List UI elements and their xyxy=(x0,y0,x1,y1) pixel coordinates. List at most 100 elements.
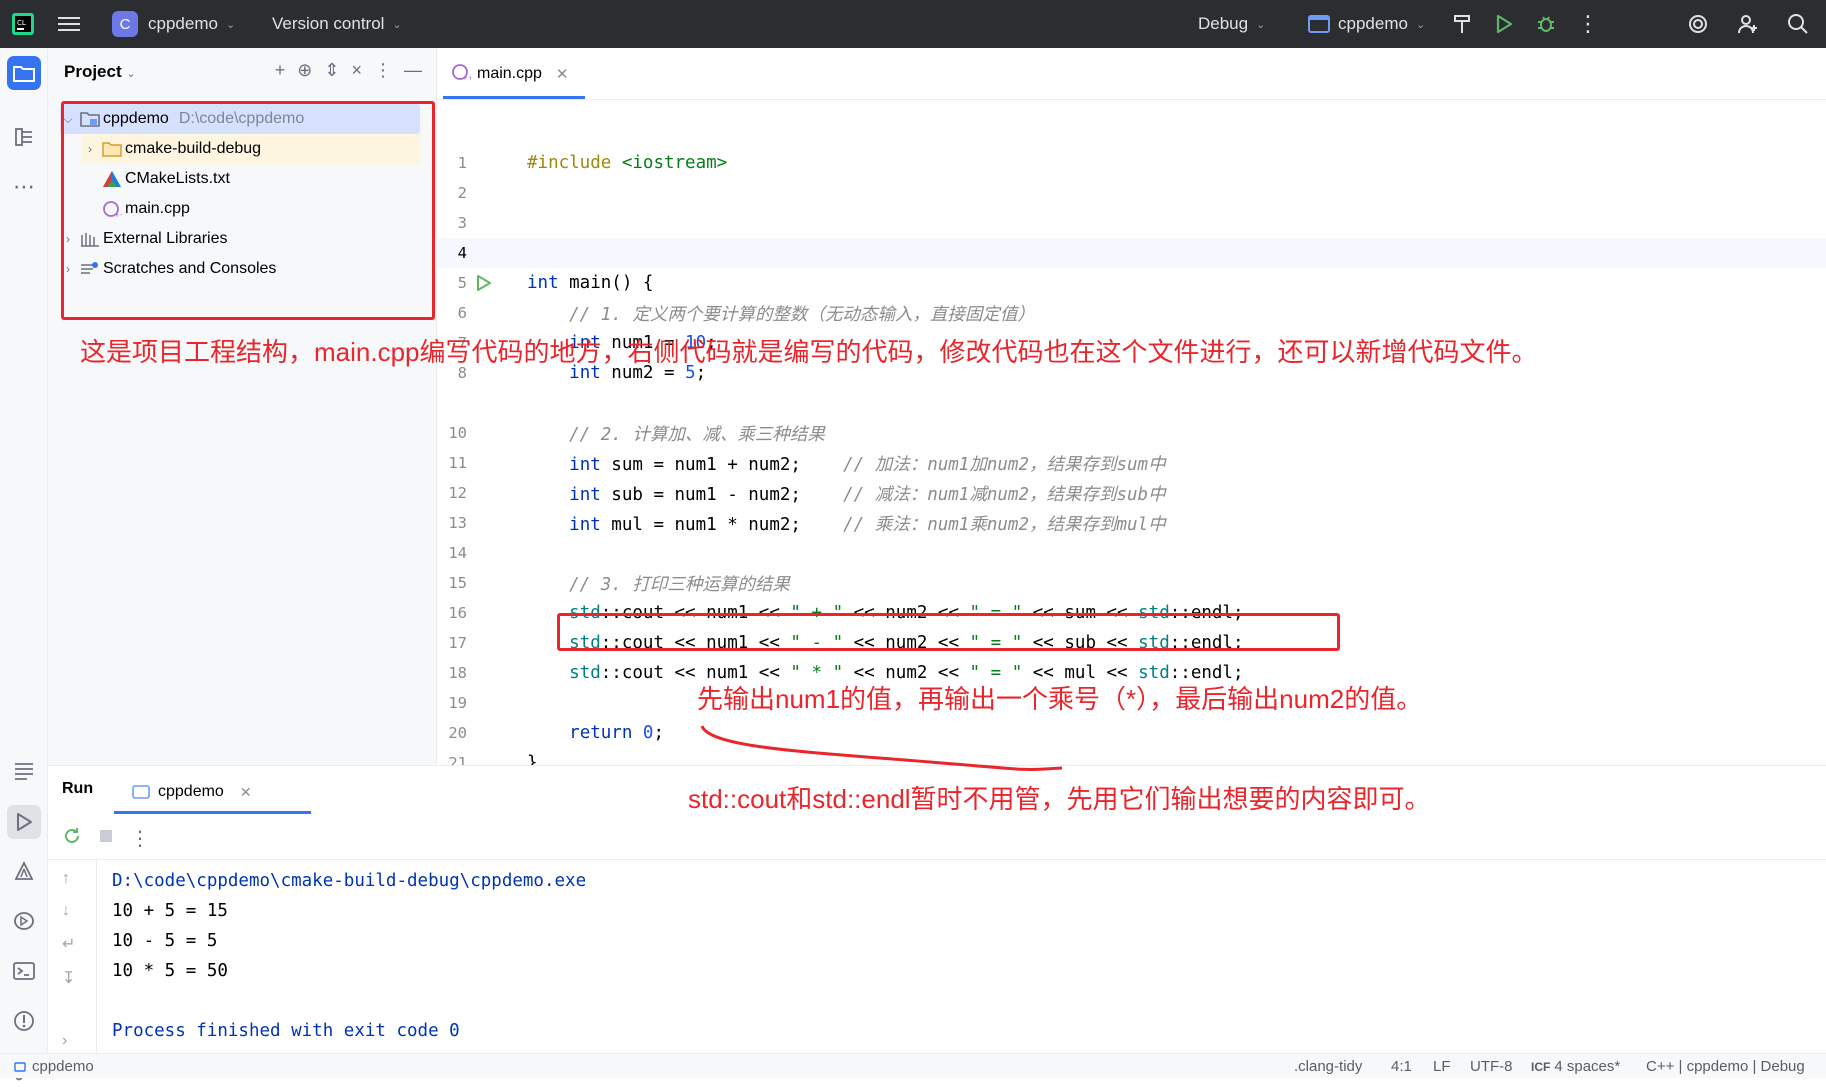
cpp-file-icon: ++ xyxy=(451,63,474,86)
collapse-all-icon[interactable]: × xyxy=(351,60,362,81)
status-indent[interactable]: ICF 4 spaces* xyxy=(1531,1058,1620,1075)
active-tab-indicator xyxy=(114,811,311,814)
code-line: 13 int mul = num1 * num2; // 乘法：num1乘num… xyxy=(437,508,1826,538)
code-line-current: 4 xyxy=(437,238,1826,268)
line-number: 1 xyxy=(457,154,467,172)
tab-main-cpp[interactable]: ++ main.cpp ✕ xyxy=(451,48,569,100)
line-number: 20 xyxy=(448,724,467,742)
add-icon[interactable]: + xyxy=(275,60,286,81)
gutter-run-icon[interactable] xyxy=(475,274,493,297)
left-tool-strip: ⋯ xyxy=(0,48,48,1081)
status-indent-label: 4 spaces* xyxy=(1554,1058,1621,1075)
todo-list-icon[interactable] xyxy=(7,754,41,788)
more-tools-icon[interactable]: ⋯ xyxy=(7,170,41,204)
project-panel-toolbar: + ⊕ ⇕ × ⋮ — xyxy=(275,60,422,81)
line-number: 18 xyxy=(448,664,467,682)
run-tool-icon[interactable] xyxy=(7,805,41,839)
chevron-down-icon: ⌄ xyxy=(225,18,236,31)
terminal-icon[interactable] xyxy=(7,954,41,988)
project-switcher[interactable]: C cppdemo ⌄ xyxy=(112,0,235,48)
run-toolbar: ⋮ xyxy=(62,826,150,851)
scroll-to-end-icon[interactable]: ↧ xyxy=(62,968,75,988)
app-logo[interactable]: CL xyxy=(12,0,34,48)
output-line: 10 - 5 = 5 xyxy=(112,931,218,951)
divider xyxy=(48,859,1826,860)
search-icon[interactable] xyxy=(1786,12,1810,36)
more-options-icon[interactable]: ⋮ xyxy=(1576,11,1600,36)
config-selector[interactable]: Debug ⌄ xyxy=(1198,0,1265,48)
title-bar: CL C cppdemo ⌄ Version control ⌄ Debug ⌄… xyxy=(0,0,1826,48)
status-line-ending[interactable]: LF xyxy=(1433,1058,1451,1075)
line-number: 16 xyxy=(448,604,467,622)
code-line: 2 xyxy=(437,178,1826,208)
build-hammer-icon[interactable] xyxy=(1450,12,1474,36)
status-context[interactable]: C++ | cppdemo | Debug xyxy=(1646,1058,1805,1075)
line-number: 10 xyxy=(448,424,467,442)
cmake-tool-icon[interactable] xyxy=(7,854,41,888)
line-number: 15 xyxy=(448,574,467,592)
line-number: 12 xyxy=(448,484,467,502)
annotation-box-project-tree xyxy=(61,101,435,320)
project-panel-title[interactable]: Project ⌄ xyxy=(64,62,136,82)
run-target-selector[interactable]: cppdemo ⌄ xyxy=(1308,0,1425,48)
code-line: 12 int sub = num1 - num2; // 减法：num1减num… xyxy=(437,478,1826,508)
output-line: Process finished with exit code 0 xyxy=(112,1021,460,1041)
expand-all-icon[interactable]: ⇕ xyxy=(324,60,339,81)
code-editor[interactable]: ++ main.cpp ✕ 1 #include <iostream> 2 3 4… xyxy=(437,48,1826,778)
line-number: 5 xyxy=(457,274,467,292)
divider xyxy=(96,859,97,1054)
rerun-icon[interactable] xyxy=(62,826,82,851)
annotation-box-mul-line xyxy=(557,613,1340,651)
status-project[interactable]: cppdemo xyxy=(14,1058,94,1075)
status-encoding[interactable]: UTF-8 xyxy=(1470,1058,1513,1075)
run-side-toolbar: ↑ ↓ ↵ ↧ › xyxy=(62,870,75,1050)
close-icon[interactable]: ✕ xyxy=(240,784,252,801)
arrow-up-icon[interactable]: ↑ xyxy=(62,870,75,888)
services-icon[interactable] xyxy=(7,904,41,938)
soft-wrap-icon[interactable]: ↵ xyxy=(62,934,75,954)
stop-icon[interactable] xyxy=(98,828,114,849)
code-line: 6 // 1. 定义两个要计算的整数（无动态输入，直接固定值） xyxy=(437,298,1826,328)
annotation-arrow-curve xyxy=(700,725,1063,772)
status-caret-position[interactable]: 4:1 xyxy=(1391,1058,1412,1075)
run-target-label: cppdemo xyxy=(1338,14,1408,33)
project-tool-folder-icon[interactable] xyxy=(7,56,41,90)
tab-label: main.cpp xyxy=(477,65,542,82)
line-number: 4 xyxy=(457,244,467,262)
problems-icon[interactable] xyxy=(7,1004,41,1038)
main-menu-icon[interactable] xyxy=(58,0,80,48)
vcs-label: Version control xyxy=(272,14,385,33)
editorconfig-icon: ICF xyxy=(1531,1060,1551,1074)
code-line: 10 // 2. 计算加、减、乘三种结果 xyxy=(437,418,1826,448)
config-label: Debug xyxy=(1198,14,1249,33)
project-initial-badge: C xyxy=(112,11,138,37)
code-line: 1 #include <iostream> xyxy=(437,148,1826,178)
line-number: 13 xyxy=(448,514,467,532)
svg-text:++: ++ xyxy=(462,74,471,81)
run-panel-title: Run xyxy=(62,780,94,797)
debug-bug-icon[interactable] xyxy=(1534,12,1558,36)
ai-assistant-icon[interactable] xyxy=(1686,12,1710,36)
annotation-mul-note: 先输出num1的值，再输出一个乘号（*），最后输出num2的值。 xyxy=(697,684,1423,714)
code-line: 11 int sum = num1 + num2; // 加法：num1加num… xyxy=(437,448,1826,478)
options-icon[interactable]: ⋮ xyxy=(374,60,392,81)
status-bar: cppdemo .clang-tidy 4:1 LF UTF-8 ICF 4 sp… xyxy=(0,1053,1826,1078)
add-user-icon[interactable] xyxy=(1736,12,1760,36)
run-tab-cppdemo[interactable]: cppdemo ✕ xyxy=(128,772,252,812)
run-icon[interactable] xyxy=(1492,12,1516,36)
status-clang-tidy[interactable]: .clang-tidy xyxy=(1294,1058,1362,1075)
close-icon[interactable]: ✕ xyxy=(556,65,569,83)
code-line: 20 return 0; xyxy=(437,718,1826,748)
locate-file-icon[interactable]: ⊕ xyxy=(297,60,312,81)
code-line: 14 xyxy=(437,538,1826,568)
structure-icon[interactable] xyxy=(7,120,41,154)
window-icon xyxy=(132,785,150,799)
vcs-menu[interactable]: Version control ⌄ xyxy=(272,0,402,48)
arrow-down-icon[interactable]: ↓ xyxy=(62,902,75,920)
hide-panel-icon[interactable]: — xyxy=(404,60,422,81)
chevron-right-icon[interactable]: › xyxy=(62,1032,75,1050)
run-tab-label: cppdemo xyxy=(158,783,224,800)
editor-tab-bar: ++ main.cpp ✕ xyxy=(437,48,1826,100)
code-line: 15 // 3. 打印三种运算的结果 xyxy=(437,568,1826,598)
more-options-icon[interactable]: ⋮ xyxy=(130,826,150,851)
